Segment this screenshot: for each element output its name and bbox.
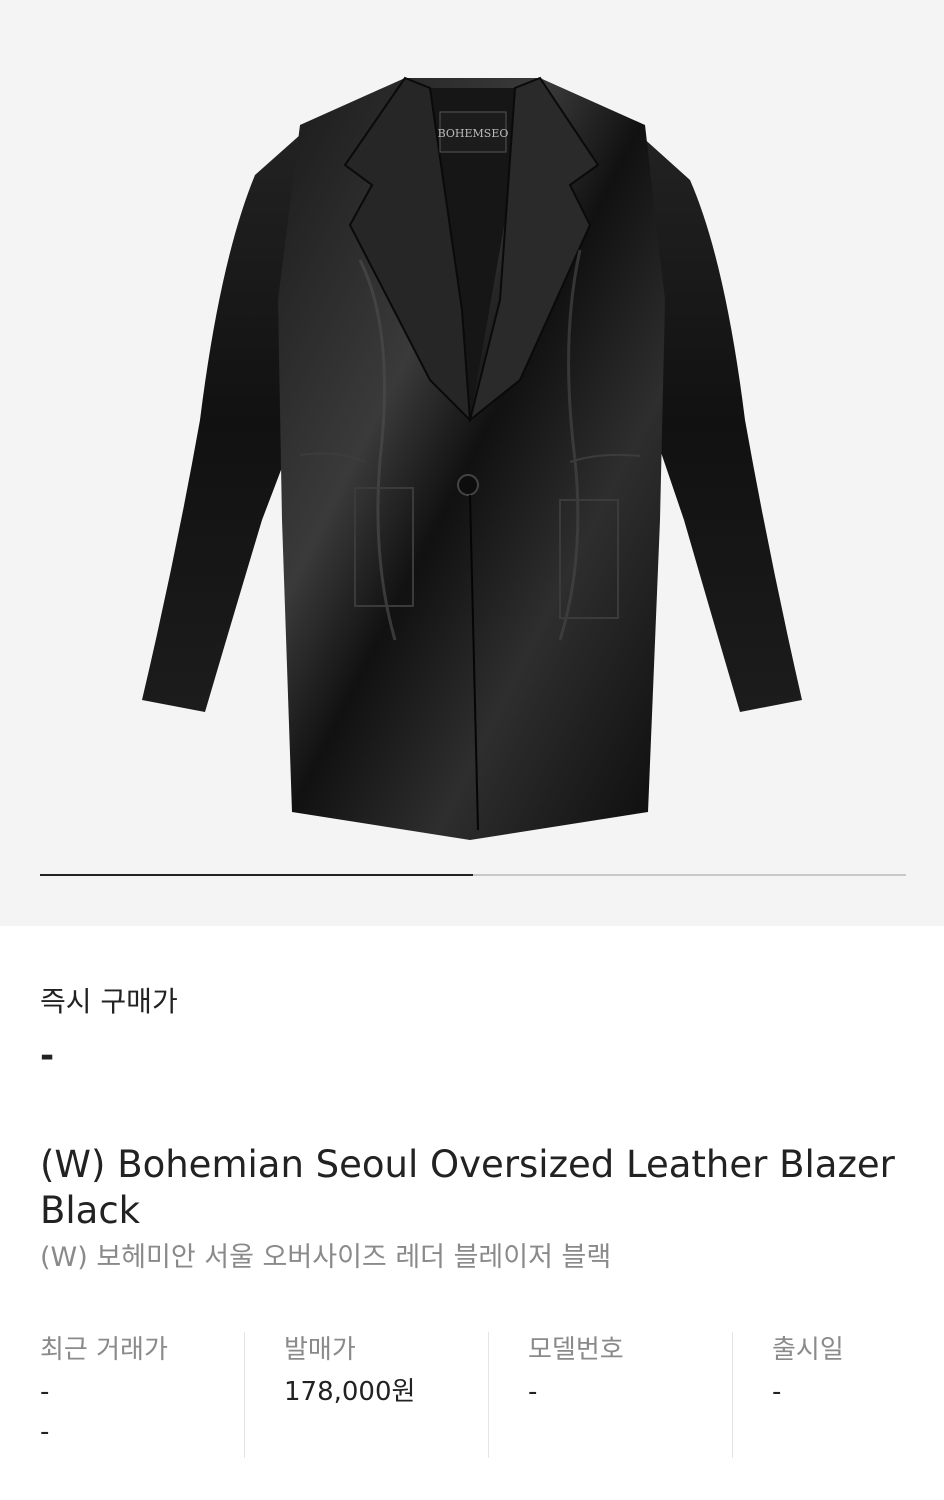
info-value: - (528, 1377, 538, 1407)
info-release-price: 발매가 178,000원 (244, 1330, 488, 1458)
product-photo: BOHEMSEO (142, 76, 802, 840)
info-divider (488, 1332, 489, 1458)
product-title-ko: (W) 보헤미안 서울 오버사이즈 레더 블레이저 블랙 (40, 1242, 612, 1273)
info-value: 178,000원 (284, 1377, 416, 1407)
info-model-number: 모델번호 - (488, 1330, 732, 1458)
info-release-date: 출시일 - (732, 1330, 944, 1458)
product-info-row: 최근 거래가 - - 발매가 178,000원 모델번호 - 출시일 - (0, 1330, 944, 1458)
product-image-carousel[interactable]: BOHEMSEO (0, 0, 944, 926)
instant-buy-price: - (40, 1036, 55, 1076)
carousel-progress-track (40, 874, 906, 876)
instant-buy-label: 즉시 구매가 (40, 985, 178, 1018)
info-label: 발매가 (284, 1335, 356, 1365)
info-divider (732, 1332, 733, 1458)
info-label: 출시일 (772, 1335, 844, 1365)
product-title-en: (W) Bohemian Seoul Oversized Leather Bla… (40, 1143, 895, 1232)
carousel-progress-fill (40, 874, 473, 876)
info-value: - (40, 1377, 50, 1407)
info-recent-price: 최근 거래가 - - (0, 1330, 244, 1458)
info-value: - (772, 1377, 782, 1407)
info-divider (244, 1332, 245, 1458)
brand-tag: BOHEMSEO (438, 127, 509, 140)
info-label: 최근 거래가 (40, 1335, 168, 1365)
info-label: 모델번호 (528, 1335, 624, 1365)
info-sub-value: - (40, 1417, 50, 1447)
